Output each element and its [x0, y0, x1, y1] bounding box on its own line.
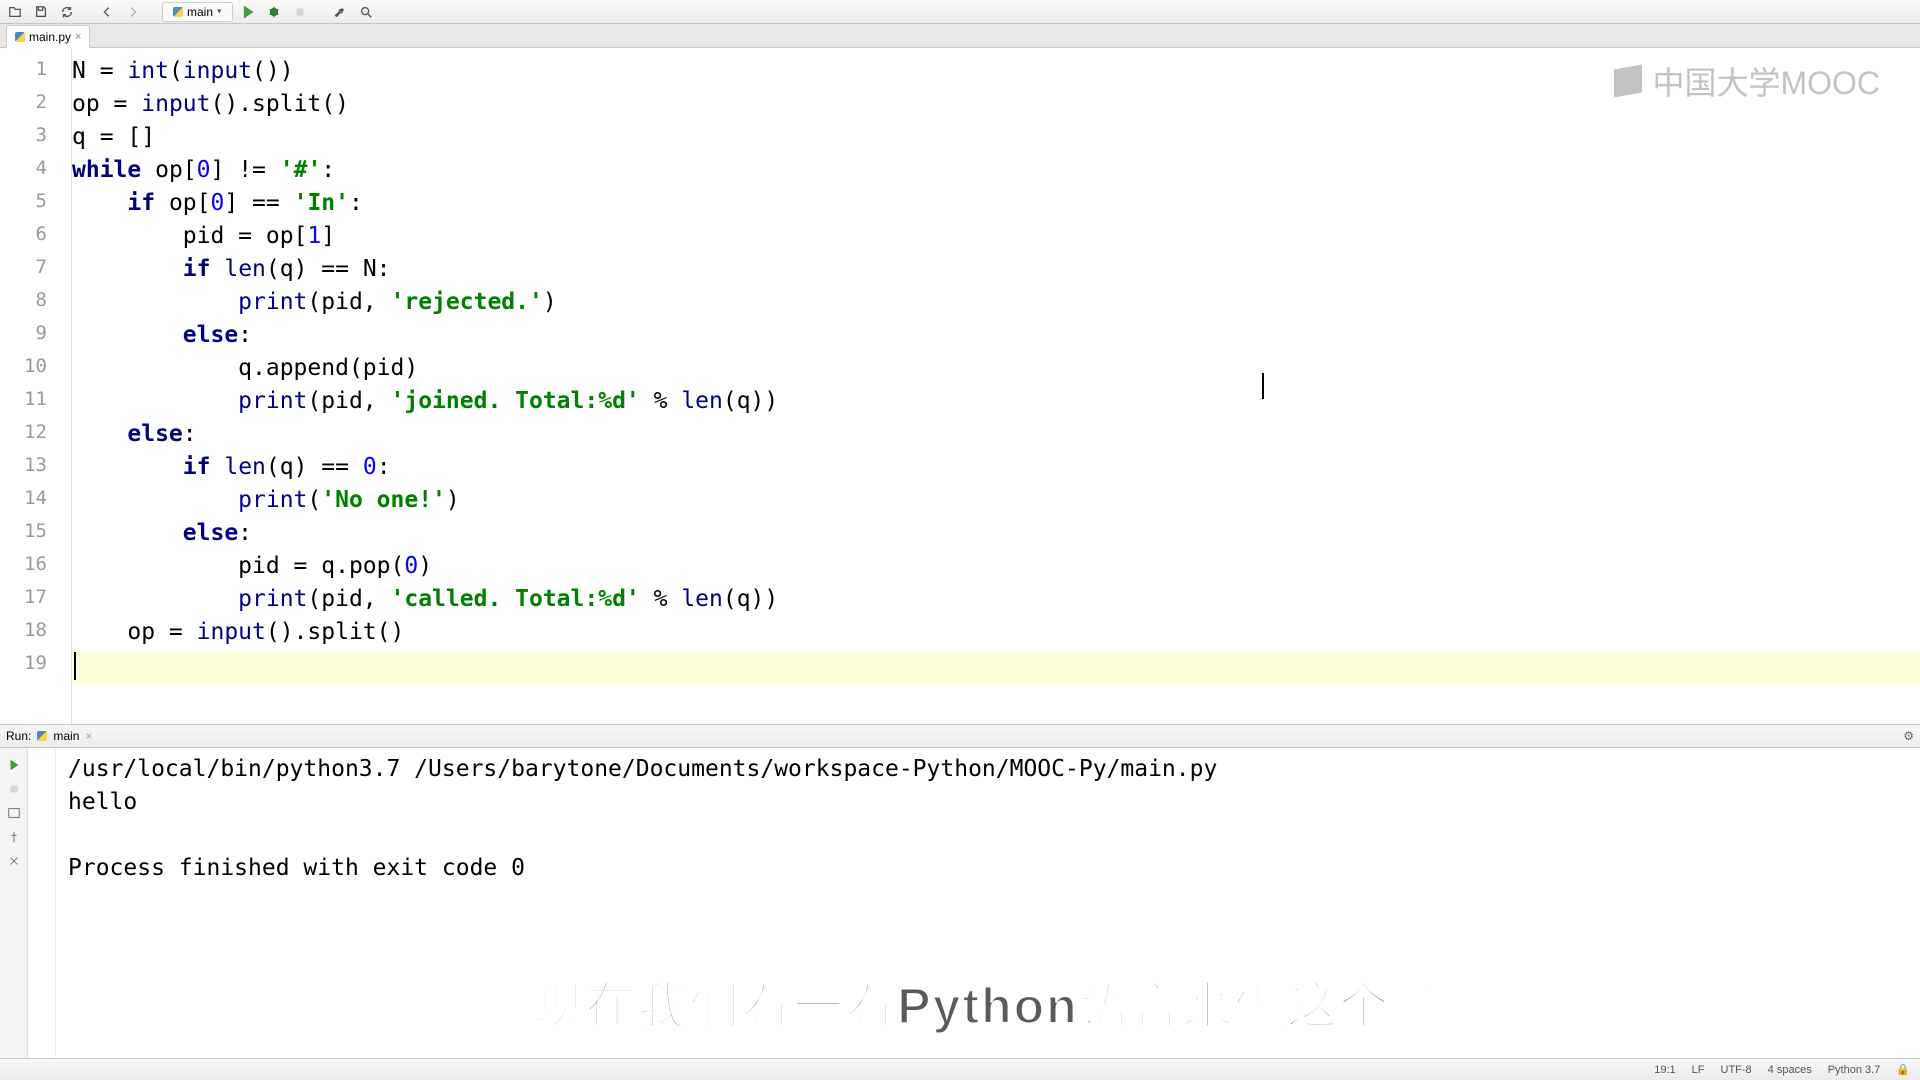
run-tool-window: Run: main × ⚙ /usr/local/bin/python3.7 /… — [0, 724, 1920, 1058]
code-line[interactable]: print(pid, 'rejected.') — [72, 289, 1920, 322]
line-number: 1 — [0, 58, 71, 91]
wrench-icon[interactable] — [329, 1, 351, 23]
open-icon[interactable] — [4, 1, 26, 23]
close-panel-icon[interactable] — [3, 850, 25, 872]
debug-button[interactable] — [263, 1, 285, 23]
code-line[interactable]: pid = q.pop(0) — [72, 553, 1920, 586]
line-number: 12 — [0, 421, 71, 454]
forward-icon[interactable] — [122, 1, 144, 23]
code-line[interactable]: if op[0] == 'In': — [72, 190, 1920, 223]
run-button[interactable] — [237, 1, 259, 23]
back-icon[interactable] — [96, 1, 118, 23]
line-number: 6 — [0, 223, 71, 256]
python-icon — [173, 7, 183, 17]
line-number: 9 — [0, 322, 71, 355]
code-area[interactable]: 中国大学MOOC N = int(input())op = input().sp… — [72, 48, 1920, 724]
status-line-separator[interactable]: LF — [1692, 1064, 1705, 1076]
stop-button[interactable] — [3, 778, 25, 800]
code-line[interactable]: print(pid, 'called. Total:%d' % len(q)) — [72, 586, 1920, 619]
main-toolbar: main ▾ — [0, 0, 1920, 24]
line-number-gutter: 12345678910111213141516171819 — [0, 48, 72, 724]
code-line[interactable]: if len(q) == 0: — [72, 454, 1920, 487]
sync-icon[interactable] — [56, 1, 78, 23]
gear-icon[interactable]: ⚙ — [1903, 729, 1914, 743]
console-line — [68, 822, 1908, 855]
run-toolbar-nav — [28, 748, 56, 1058]
line-number: 17 — [0, 586, 71, 619]
editor-tabs: main.py × — [0, 24, 1920, 48]
code-line[interactable] — [72, 652, 1920, 685]
code-line[interactable]: else: — [72, 520, 1920, 553]
line-number: 14 — [0, 487, 71, 520]
code-line[interactable]: op = input().split() — [72, 619, 1920, 652]
restore-layout-icon[interactable] — [3, 802, 25, 824]
line-number: 11 — [0, 388, 71, 421]
mooc-logo-text: 中国大学MOOC — [1652, 58, 1880, 104]
rerun-button[interactable] — [3, 754, 25, 776]
code-line[interactable]: pid = op[1] — [72, 223, 1920, 256]
pin-icon[interactable] — [3, 826, 25, 848]
cube-icon — [1614, 65, 1642, 98]
code-line[interactable]: while op[0] != '#': — [72, 157, 1920, 190]
status-python[interactable]: Python 3.7 — [1828, 1064, 1881, 1076]
chevron-down-icon: ▾ — [217, 6, 222, 17]
line-number: 19 — [0, 652, 71, 685]
python-icon — [15, 32, 25, 42]
run-config-name: main — [53, 729, 79, 743]
close-icon[interactable]: × — [75, 31, 81, 43]
code-line[interactable]: if len(q) == N: — [72, 256, 1920, 289]
console-line: Process finished with exit code 0 — [68, 855, 1908, 888]
line-number: 4 — [0, 157, 71, 190]
status-encoding[interactable]: UTF-8 — [1721, 1064, 1752, 1076]
line-number: 5 — [0, 190, 71, 223]
line-number: 2 — [0, 91, 71, 124]
code-line[interactable]: else: — [72, 421, 1920, 454]
mooc-watermark: 中国大学MOOC — [1614, 58, 1880, 104]
status-caret-pos[interactable]: 19:1 — [1654, 1064, 1675, 1076]
python-icon — [37, 731, 47, 741]
save-all-icon[interactable] — [30, 1, 52, 23]
run-toolbar-left — [0, 748, 28, 1058]
close-icon[interactable]: × — [85, 729, 92, 743]
line-number: 16 — [0, 553, 71, 586]
line-number: 18 — [0, 619, 71, 652]
status-bar: 19:1 LF UTF-8 4 spaces Python 3.7 🔒 — [0, 1058, 1920, 1080]
line-number: 15 — [0, 520, 71, 553]
search-icon[interactable] — [355, 1, 377, 23]
line-number: 13 — [0, 454, 71, 487]
run-header-label: Run: — [6, 729, 31, 743]
code-editor[interactable]: 12345678910111213141516171819 中国大学MOOC N… — [0, 48, 1920, 724]
run-config-label: main — [187, 5, 213, 19]
console-output[interactable]: /usr/local/bin/python3.7 /Users/barytone… — [56, 748, 1920, 1058]
console-line: /usr/local/bin/python3.7 /Users/barytone… — [68, 756, 1908, 789]
code-line[interactable]: q.append(pid) — [72, 355, 1920, 388]
line-number: 10 — [0, 355, 71, 388]
caret-icon — [74, 652, 76, 680]
status-indent[interactable]: 4 spaces — [1768, 1064, 1812, 1076]
code-line[interactable]: print('No one!') — [72, 487, 1920, 520]
stop-button[interactable] — [289, 1, 311, 23]
lock-icon[interactable]: 🔒 — [1896, 1063, 1910, 1076]
line-number: 7 — [0, 256, 71, 289]
video-subtitle: 现在我们看一看Python语言来做这个题 — [533, 966, 1442, 1038]
tab-filename: main.py — [29, 30, 71, 44]
code-line[interactable]: q = [] — [72, 124, 1920, 157]
code-line[interactable]: print(pid, 'joined. Total:%d' % len(q)) — [72, 388, 1920, 421]
line-number: 8 — [0, 289, 71, 322]
run-panel-header: Run: main × ⚙ — [0, 724, 1920, 748]
line-number: 3 — [0, 124, 71, 157]
text-cursor-icon — [1262, 373, 1264, 399]
code-line[interactable]: else: — [72, 322, 1920, 355]
run-config-selector[interactable]: main ▾ — [162, 2, 233, 22]
console-line: hello — [68, 789, 1908, 822]
editor-tab-main[interactable]: main.py × — [6, 25, 90, 48]
